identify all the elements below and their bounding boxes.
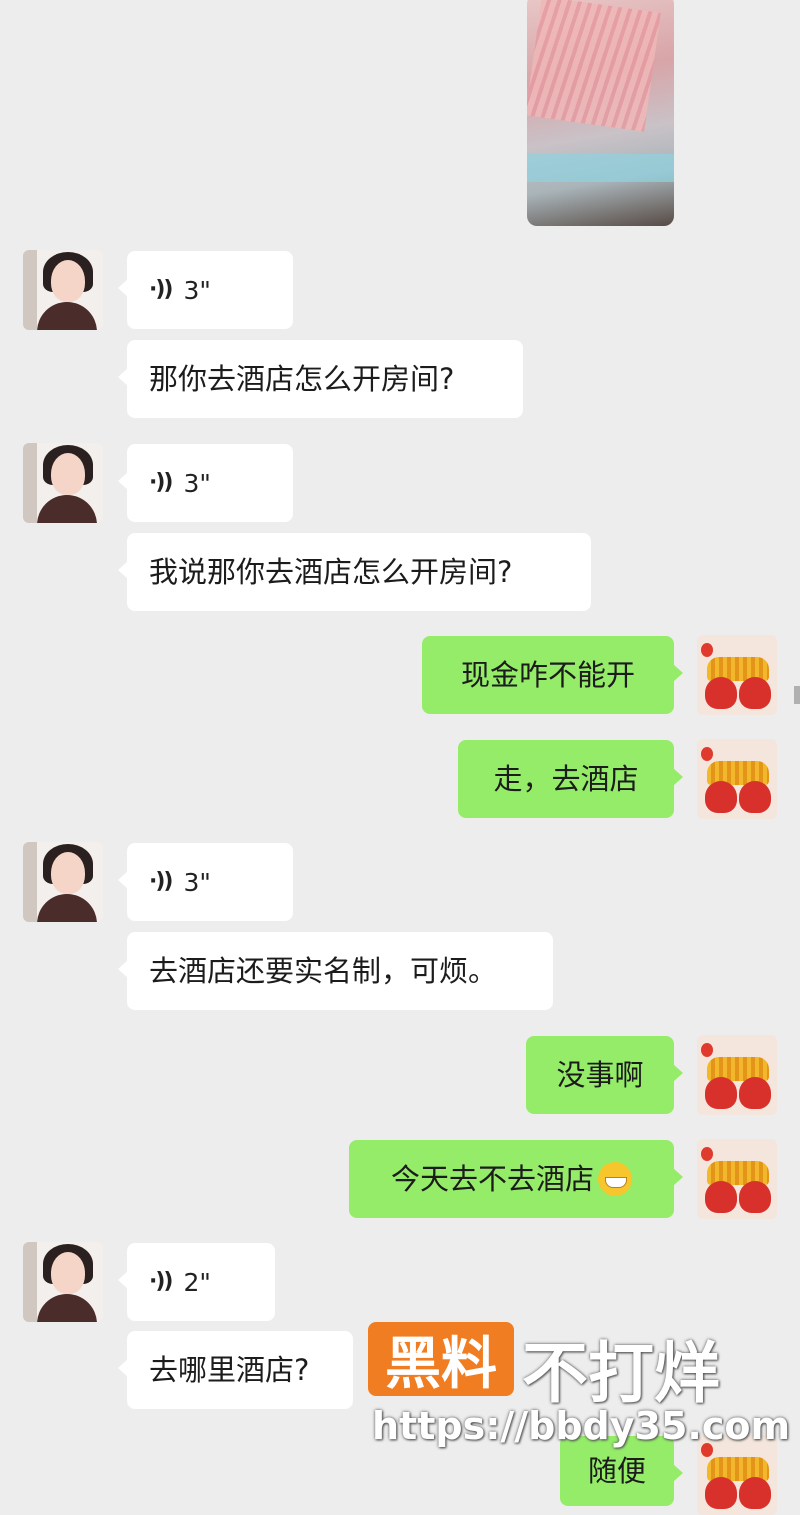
banknote-image (527, 0, 661, 132)
voice-message-bubble[interactable]: ·)) 3" (118, 251, 293, 329)
voice-duration: 2" (183, 1267, 211, 1297)
voice-wave-icon: ·)) (149, 470, 174, 495)
message-bubble-incoming[interactable]: 去哪里酒店? (118, 1331, 353, 1409)
contact-avatar[interactable] (23, 250, 103, 330)
message-text: 那你去酒店怎么开房间? (149, 361, 455, 396)
message-text: 走，去酒店 (493, 761, 639, 796)
watermark-title: 不打烊 (522, 1335, 720, 1412)
contact-avatar[interactable] (23, 1242, 103, 1322)
message-text: 去酒店还要实名制，可烦。 (149, 953, 498, 988)
voice-message-bubble[interactable]: ·)) 3" (118, 444, 293, 522)
voice-duration: 3" (183, 468, 211, 498)
voice-wave-icon: ·)) (149, 1269, 174, 1294)
message-text: 现金咋不能开 (460, 657, 635, 692)
voice-duration: 3" (183, 275, 211, 305)
message-bubble-outgoing[interactable]: 没事啊 (526, 1036, 683, 1114)
voice-wave-icon: ·)) (149, 277, 174, 302)
message-bubble-outgoing[interactable]: 走，去酒店 (458, 740, 683, 818)
scroll-indicator[interactable] (794, 686, 800, 704)
sent-photo-banknotes[interactable] (527, 0, 674, 226)
message-bubble-incoming[interactable]: 那你去酒店怎么开房间? (118, 340, 523, 418)
message-bubble-outgoing[interactable]: 现金咋不能开 (422, 636, 683, 714)
voice-wave-icon: ·)) (149, 869, 174, 894)
voice-message-bubble[interactable]: ·)) 3" (118, 843, 293, 921)
watermark-badge: 黑料 (368, 1322, 514, 1397)
voice-duration: 3" (183, 867, 211, 897)
photo-detail (527, 154, 674, 182)
chat-area: ·)) 3" 那你去酒店怎么开房间? ·)) 3" 我说那你去酒店怎么开房间? … (0, 0, 800, 1515)
watermark: 黑料 不打烊 https://bbdy35.com (368, 1320, 790, 1470)
message-text: 去哪里酒店? (149, 1352, 310, 1387)
message-text: 今天去不去酒店 (390, 1161, 594, 1196)
watermark-url: https://bbdy35.com (372, 1404, 791, 1448)
my-avatar[interactable] (697, 739, 777, 819)
voice-message-bubble[interactable]: ·)) 2" (118, 1243, 275, 1321)
message-bubble-outgoing[interactable]: 今天去不去酒店 (349, 1140, 683, 1218)
contact-avatar[interactable] (23, 443, 103, 523)
message-bubble-incoming[interactable]: 我说那你去酒店怎么开房间? (118, 533, 591, 611)
my-avatar[interactable] (697, 635, 777, 715)
my-avatar[interactable] (697, 1035, 777, 1115)
grinning-face-icon (598, 1162, 632, 1196)
message-bubble-incoming[interactable]: 去酒店还要实名制，可烦。 (118, 932, 553, 1010)
message-text: 我说那你去酒店怎么开房间? (149, 554, 513, 589)
my-avatar[interactable] (697, 1139, 777, 1219)
contact-avatar[interactable] (23, 842, 103, 922)
message-text: 没事啊 (556, 1057, 644, 1092)
